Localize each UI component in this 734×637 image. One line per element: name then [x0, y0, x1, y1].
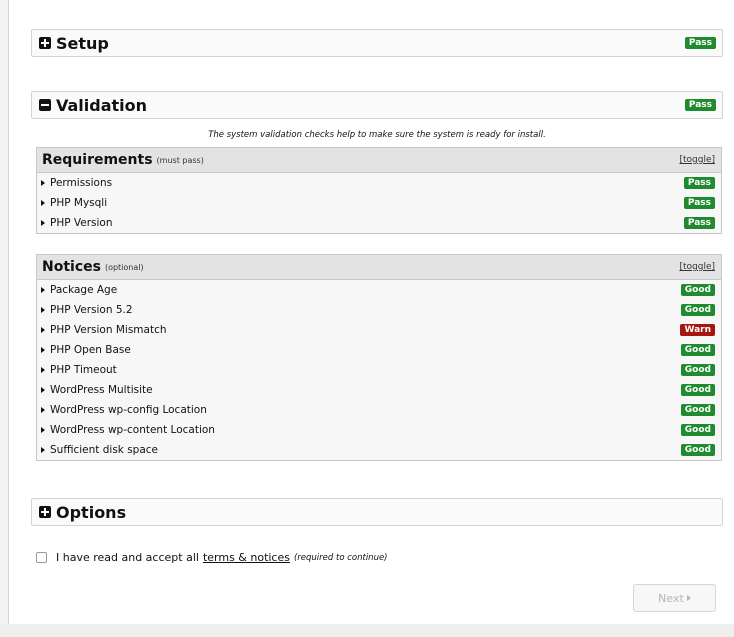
options-section-header[interactable]: Options [31, 498, 723, 526]
validation-title: Validation [56, 95, 148, 115]
notice-label: Package Age [50, 284, 118, 296]
notice-row[interactable]: PHP Open Base Good [37, 340, 721, 360]
caret-right-icon [41, 327, 45, 333]
footer-strip [0, 624, 734, 637]
caret-right-icon [41, 447, 45, 453]
notice-row[interactable]: Package Age Good [37, 280, 721, 300]
notices-title: Notices [42, 259, 101, 275]
terms-notices-link[interactable]: terms & notices [203, 551, 290, 564]
accept-terms-checkbox[interactable] [36, 552, 47, 563]
next-button[interactable]: Next [633, 584, 716, 612]
accept-terms-row: I have read and accept all terms & notic… [36, 551, 388, 564]
requirement-label: PHP Version [50, 217, 113, 229]
validation-section-header[interactable]: Validation Pass [31, 91, 723, 119]
requirements-toggle-link[interactable]: [toggle] [679, 155, 715, 165]
requirements-group: Requirements (must pass) [toggle] Permis… [36, 147, 722, 234]
status-badge: Good [680, 424, 715, 436]
status-badge: Good [680, 304, 715, 316]
status-badge: Warn [680, 324, 715, 336]
caret-right-icon [41, 200, 45, 206]
status-badge: Pass [683, 177, 715, 189]
requirements-header: Requirements (must pass) [toggle] [37, 148, 721, 173]
status-badge: Pass [683, 197, 715, 209]
status-badge: Good [680, 404, 715, 416]
notice-row[interactable]: Sufficient disk space Good [37, 440, 721, 460]
expand-icon [39, 37, 51, 49]
caret-right-icon [41, 220, 45, 226]
caret-right-icon [41, 180, 45, 186]
requirements-subtitle: (must pass) [156, 155, 204, 165]
status-badge: Good [680, 364, 715, 376]
caret-right-icon [41, 347, 45, 353]
accept-terms-text: I have read and accept all [56, 551, 199, 564]
status-badge: Good [680, 344, 715, 356]
caret-right-icon [41, 367, 45, 373]
requirements-title: Requirements [42, 152, 153, 168]
options-title: Options [56, 502, 127, 522]
caret-right-icon [41, 407, 45, 413]
notice-row[interactable]: PHP Version Mismatch Warn [37, 320, 721, 340]
notice-label: PHP Version Mismatch [50, 324, 167, 336]
notice-label: PHP Version 5.2 [50, 304, 133, 316]
status-badge: Good [680, 444, 715, 456]
requirement-label: Permissions [50, 177, 113, 189]
requirement-row[interactable]: PHP Version Pass [37, 213, 721, 233]
validation-status-badge: Pass [684, 99, 716, 111]
validation-intro-text: The system validation checks help to mak… [208, 130, 546, 140]
requirement-label: PHP Mysqli [50, 197, 108, 209]
notice-row[interactable]: PHP Timeout Good [37, 360, 721, 380]
next-button-label: Next [658, 591, 684, 605]
notice-label: PHP Open Base [50, 344, 131, 356]
requirement-row[interactable]: PHP Mysqli Pass [37, 193, 721, 213]
notice-row[interactable]: PHP Version 5.2 Good [37, 300, 721, 320]
notices-header: Notices (optional) [toggle] [37, 255, 721, 280]
setup-status-badge: Pass [684, 37, 716, 49]
notice-row[interactable]: WordPress wp-config Location Good [37, 400, 721, 420]
notices-group: Notices (optional) [toggle] Package Age … [36, 254, 722, 461]
notice-label: PHP Timeout [50, 364, 117, 376]
caret-right-icon [41, 387, 45, 393]
status-badge: Good [680, 384, 715, 396]
notice-label: WordPress Multisite [50, 384, 153, 396]
notice-label: WordPress wp-config Location [50, 404, 207, 416]
status-badge: Pass [683, 217, 715, 229]
setup-section-header[interactable]: Setup Pass [31, 29, 723, 57]
notice-row[interactable]: WordPress Multisite Good [37, 380, 721, 400]
status-badge: Good [680, 284, 715, 296]
caret-right-icon [41, 287, 45, 293]
required-note: (required to continue) [293, 552, 388, 563]
caret-right-icon [686, 595, 691, 601]
caret-right-icon [41, 427, 45, 433]
notice-row[interactable]: WordPress wp-content Location Good [37, 420, 721, 440]
notice-label: WordPress wp-content Location [50, 424, 215, 436]
caret-right-icon [41, 307, 45, 313]
notice-label: Sufficient disk space [50, 444, 159, 456]
requirement-row[interactable]: Permissions Pass [37, 173, 721, 193]
setup-title: Setup [56, 33, 109, 53]
collapse-icon [39, 99, 51, 111]
notices-toggle-link[interactable]: [toggle] [679, 262, 715, 272]
expand-icon [39, 506, 51, 518]
notices-subtitle: (optional) [104, 262, 144, 272]
